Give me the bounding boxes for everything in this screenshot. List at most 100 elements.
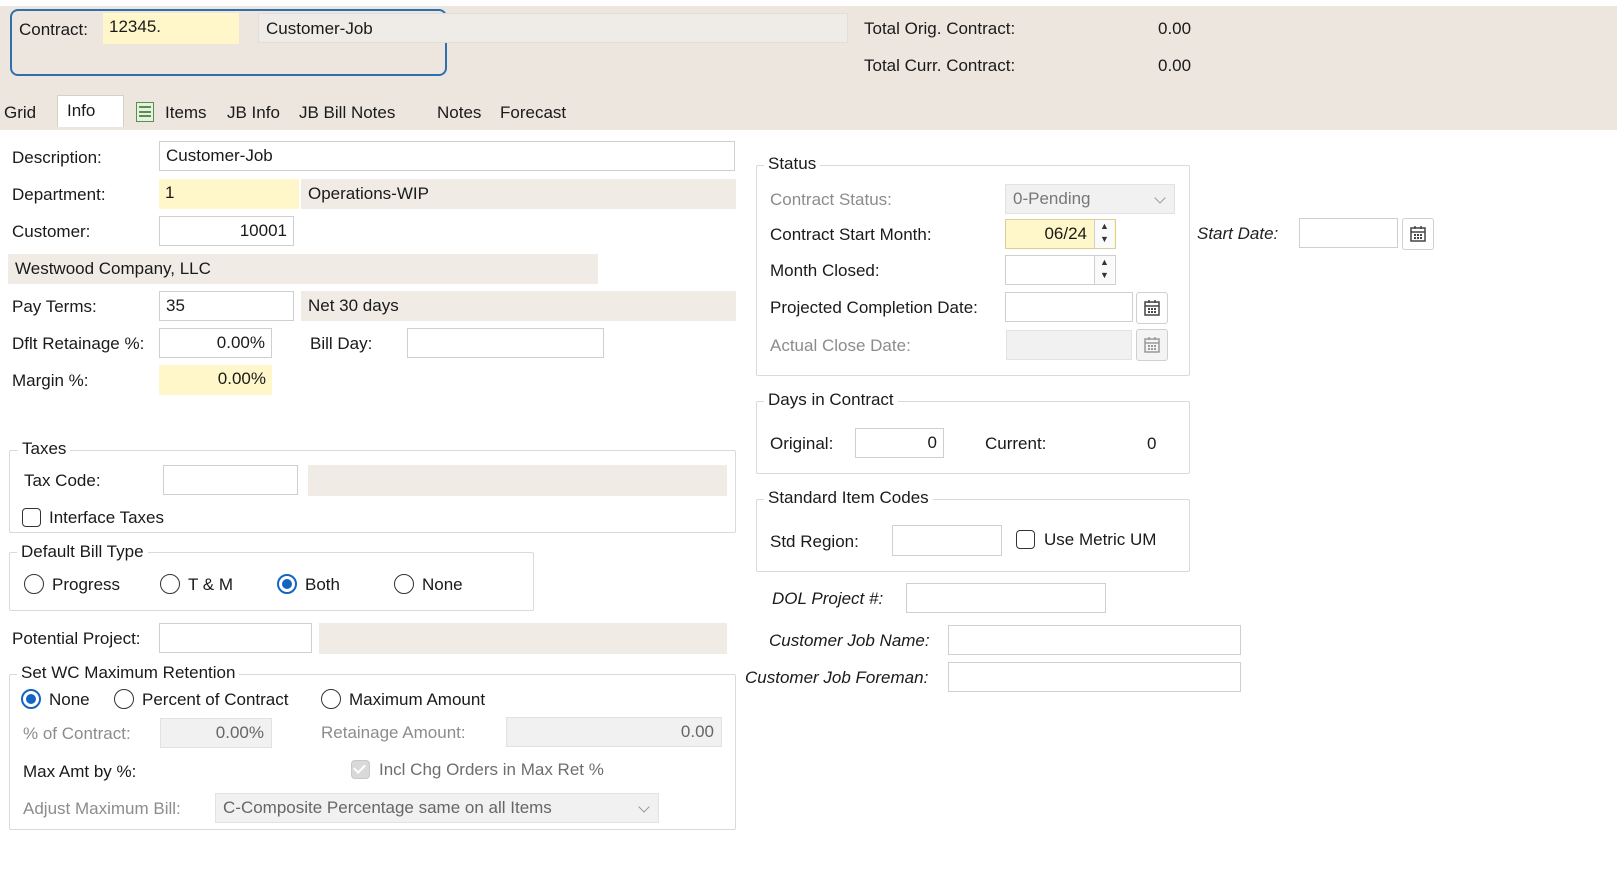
- month-closed-spinner[interactable]: ▲ ▼: [1094, 256, 1114, 284]
- tab-items[interactable]: Items: [161, 98, 211, 128]
- tab-forecast[interactable]: Forecast: [496, 98, 570, 128]
- description-label: Description:: [12, 148, 102, 167]
- tab-info[interactable]: Info: [57, 95, 124, 127]
- tax-code-label: Tax Code:: [24, 471, 101, 490]
- margin-label: Margin %:: [12, 371, 89, 390]
- incl-chg-orders-label: Incl Chg Orders in Max Ret %: [379, 760, 604, 779]
- customer-input[interactable]: 10001: [159, 216, 294, 246]
- status-title: Status: [764, 154, 821, 174]
- wc-retention-title: Set WC Maximum Retention: [17, 663, 240, 683]
- tax-code-description: [308, 465, 727, 496]
- adjust-max-bill-label: Adjust Maximum Bill:: [23, 799, 181, 818]
- customer-job-name-input[interactable]: [948, 625, 1241, 655]
- days-original-input[interactable]: 0: [855, 428, 944, 458]
- items-icon: [136, 102, 154, 122]
- pay-terms-label: Pay Terms:: [12, 297, 97, 316]
- actual-close-label: Actual Close Date:: [770, 336, 911, 355]
- retainage-input[interactable]: 0.00%: [159, 328, 272, 358]
- calendar-icon: [1144, 300, 1160, 316]
- wc-none-label: None: [49, 690, 90, 709]
- projected-completion-input[interactable]: [1005, 292, 1133, 322]
- use-metric-checkbox[interactable]: [1016, 530, 1035, 549]
- customer-name: Westwood Company, LLC: [8, 254, 598, 284]
- dol-project-label: DOL Project #:: [772, 589, 884, 608]
- customer-job-foreman-input[interactable]: [948, 662, 1241, 692]
- potential-project-label: Potential Project:: [12, 629, 141, 648]
- department-name: Operations-WIP: [301, 179, 736, 209]
- start-date-label: Start Date:: [1197, 224, 1279, 243]
- chevron-down-icon: [1154, 192, 1166, 204]
- margin-input[interactable]: 0.00%: [159, 365, 272, 395]
- start-date-calendar-button[interactable]: [1402, 218, 1434, 250]
- tab-grid[interactable]: Grid: [0, 98, 40, 128]
- max-amt-label: Max Amt by %:: [23, 762, 137, 781]
- bill-type-none-label: None: [422, 575, 463, 594]
- chevron-down-icon: [638, 801, 650, 813]
- adjust-max-bill-select[interactable]: C-Composite Percentage same on all Items: [215, 793, 659, 823]
- tab-jb-bill-notes[interactable]: JB Bill Notes: [295, 98, 399, 128]
- std-region-input[interactable]: [892, 525, 1002, 556]
- days-current-value: 0: [1147, 434, 1157, 453]
- wc-percent-radio[interactable]: [114, 689, 134, 709]
- bill-type-both-radio[interactable]: [277, 574, 297, 594]
- wc-none-radio[interactable]: [21, 689, 41, 709]
- tax-code-input[interactable]: [163, 465, 298, 495]
- department-label: Department:: [12, 185, 106, 204]
- std-region-label: Std Region:: [770, 532, 859, 551]
- taxes-title: Taxes: [18, 439, 71, 459]
- bill-type-none-radio[interactable]: [394, 574, 414, 594]
- retainage-amount-label: Retainage Amount:: [321, 723, 466, 742]
- days-original-label: Original:: [770, 434, 834, 453]
- month-closed-label: Month Closed:: [770, 261, 880, 280]
- actual-close-input[interactable]: [1006, 330, 1132, 360]
- contract-description: Customer-Job: [258, 13, 848, 43]
- contract-status-label: Contract Status:: [770, 190, 892, 209]
- contract-status-select[interactable]: 0-Pending: [1005, 184, 1175, 214]
- contract-status-value: 0-Pending: [1013, 189, 1091, 208]
- days-current-label: Current:: [985, 434, 1047, 453]
- total-orig-value: 0.00: [1158, 19, 1192, 38]
- bill-type-title: Default Bill Type: [17, 542, 148, 562]
- bill-type-both-label: Both: [305, 575, 340, 594]
- bill-day-label: Bill Day:: [310, 334, 373, 353]
- pay-terms-input[interactable]: 35: [159, 291, 294, 321]
- projected-completion-calendar-button[interactable]: [1136, 292, 1168, 324]
- description-input[interactable]: Customer-Job: [159, 141, 735, 171]
- potential-project-description: [319, 623, 727, 654]
- wc-maximum-radio[interactable]: [321, 689, 341, 709]
- interface-taxes-checkbox[interactable]: [22, 508, 41, 527]
- projected-completion-label: Projected Completion Date:: [770, 298, 978, 317]
- top-strip: [0, 0, 1617, 6]
- total-curr-label: Total Curr. Contract:: [864, 56, 1016, 75]
- total-curr-value: 0.00: [1158, 56, 1192, 75]
- start-month-spinner[interactable]: ▲ ▼: [1094, 220, 1114, 248]
- calendar-icon: [1144, 337, 1160, 353]
- pct-contract-input[interactable]: 0.00%: [160, 718, 272, 748]
- calendar-icon: [1410, 226, 1426, 242]
- bill-type-tm-radio[interactable]: [160, 574, 180, 594]
- contract-input[interactable]: 12345.: [103, 13, 239, 44]
- use-metric-label: Use Metric UM: [1044, 530, 1157, 549]
- bill-type-progress-radio[interactable]: [24, 574, 44, 594]
- wc-percent-label: Percent of Contract: [142, 690, 289, 709]
- pay-terms-description: Net 30 days: [301, 291, 736, 321]
- pct-contract-label: % of Contract:: [23, 724, 131, 743]
- tab-notes[interactable]: Notes: [433, 98, 485, 128]
- bill-type-tm-label: T & M: [188, 575, 234, 594]
- adjust-max-bill-value: C-Composite Percentage same on all Items: [223, 798, 552, 817]
- start-date-input[interactable]: [1299, 218, 1398, 248]
- wc-maximum-label: Maximum Amount: [349, 690, 486, 709]
- actual-close-calendar-button[interactable]: [1136, 329, 1168, 361]
- start-month-value: 06/24: [1044, 224, 1087, 243]
- department-input[interactable]: 1: [159, 179, 299, 209]
- total-orig-label: Total Orig. Contract:: [864, 19, 1016, 38]
- days-title: Days in Contract: [764, 390, 898, 410]
- std-codes-title: Standard Item Codes: [764, 488, 933, 508]
- tab-jb-info[interactable]: JB Info: [223, 98, 284, 128]
- customer-job-foreman-label: Customer Job Foreman:: [745, 668, 929, 687]
- retainage-amount-input[interactable]: 0.00: [506, 717, 722, 747]
- bill-day-input[interactable]: [407, 328, 604, 358]
- potential-project-input[interactable]: [159, 623, 312, 653]
- dol-project-input[interactable]: [906, 583, 1106, 613]
- contract-label: Contract:: [19, 20, 88, 39]
